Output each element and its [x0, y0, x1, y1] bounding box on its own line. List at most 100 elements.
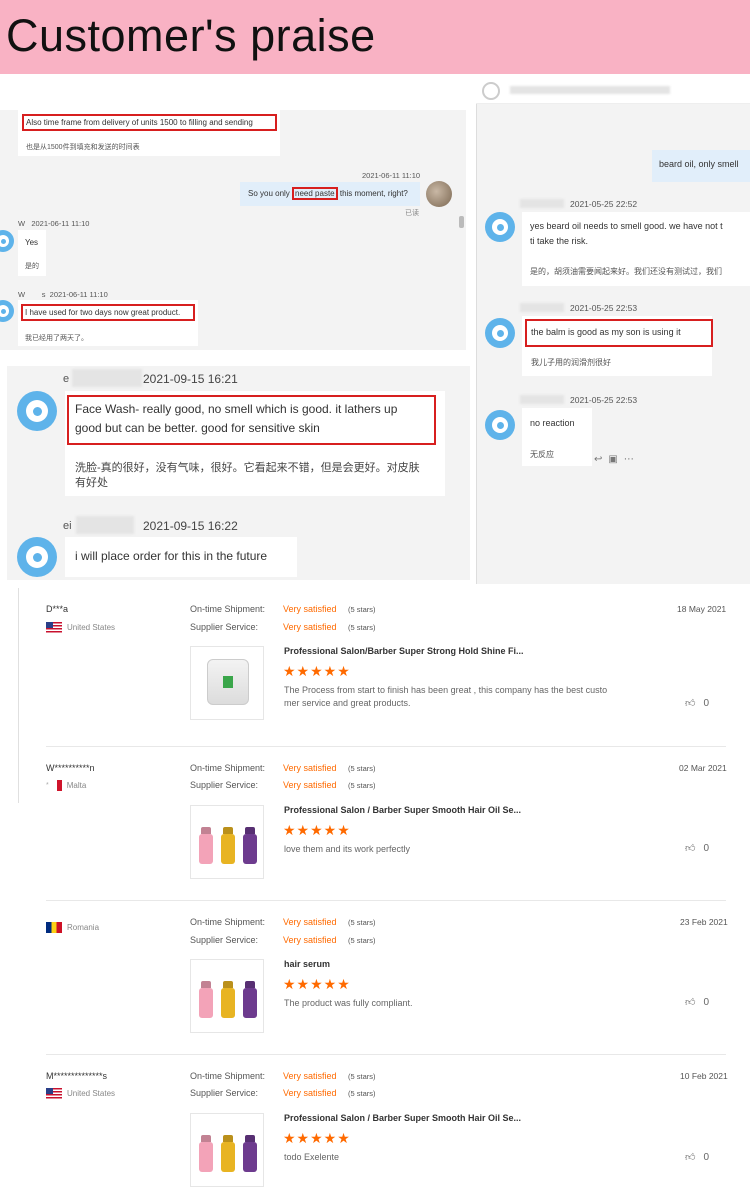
product-title[interactable]: Professional Salon / Barber Super Smooth…	[284, 1113, 521, 1123]
review-text: love them and its work perfectly	[284, 844, 411, 854]
like-button[interactable]: 👍︎ 0	[685, 842, 709, 855]
reviewer-name: D***a	[46, 604, 69, 614]
message-translation: 我儿子用的润滑剂很好	[531, 358, 611, 367]
bottle-image	[199, 988, 213, 1018]
message-actions[interactable]: ↩ ▣ ⋯	[594, 454, 634, 465]
contact-avatar	[482, 82, 500, 100]
message-translation: 也是从1500件到填充和发送的时间表	[26, 144, 140, 151]
avatar-icon	[17, 537, 57, 577]
chat-message-bubble: Also time frame from delivery of units 1…	[18, 110, 280, 156]
outgoing-message: So you only need paste this moment, righ…	[240, 182, 420, 206]
avatar-icon	[485, 318, 515, 348]
product-thumbnail[interactable]	[190, 959, 264, 1033]
reviewer-name: M**************s	[46, 1071, 108, 1081]
message-translation: 有好处	[75, 477, 108, 489]
service-label: Supplier Service:	[190, 935, 259, 945]
chat-message-bubble: the balm is good as my son is using it 我…	[522, 316, 713, 376]
service-label: Supplier Service:	[190, 1088, 259, 1098]
chat-message-bubble: i will place order for this in the futur…	[65, 537, 297, 577]
message-text: beard oil, only smell	[659, 159, 739, 169]
reviewer-country: * Malta	[46, 780, 87, 791]
banner: Customer's praise	[0, 0, 750, 74]
contact-name-blurred	[510, 86, 670, 94]
timestamp: 2021-05-25 22:53	[570, 395, 638, 405]
like-icon: 👍︎	[685, 997, 696, 1008]
reviewer-country: Romania	[46, 922, 99, 933]
product-title[interactable]: Professional Salon / Barber Super Smooth…	[284, 805, 521, 815]
service-rating: Very satisfied	[283, 780, 337, 790]
reviews-left-border	[18, 588, 19, 803]
service-stars: (5 stars)	[348, 936, 376, 945]
shipment-label: On-time Shipment:	[190, 604, 266, 614]
timestamp: 2021-05-25 22:53	[570, 303, 638, 313]
service-stars: (5 stars)	[348, 623, 376, 632]
scrollbar[interactable]	[459, 216, 464, 228]
sender-name-blurred	[520, 199, 564, 208]
service-stars: (5 stars)	[348, 1089, 376, 1098]
bottle-image	[199, 834, 213, 864]
timestamp: 2021-06-11 11:10	[362, 171, 421, 180]
like-button[interactable]: 👍︎ 0	[685, 996, 709, 1009]
timestamp: W 2021-06-11 11:10	[18, 219, 90, 228]
sender-prefix: ei	[63, 520, 72, 532]
like-button[interactable]: 👍︎ 0	[685, 697, 709, 710]
more-icon[interactable]: ⋯	[624, 454, 634, 465]
page-title: Customer's praise	[6, 10, 376, 61]
shipment-stars: (5 stars)	[348, 1072, 376, 1081]
like-icon: 👍︎	[685, 843, 696, 854]
shipment-rating: Very satisfied	[283, 917, 337, 927]
message-text: i will place order for this in the futur…	[75, 549, 268, 563]
chat-message-bubble: Yes 是的	[18, 230, 46, 276]
shipment-label: On-time Shipment:	[190, 1071, 266, 1081]
product-thumbnail[interactable]	[190, 646, 264, 720]
message-text: ti take the risk.	[530, 236, 589, 246]
sender-name-blurred	[520, 395, 564, 404]
avatar-icon	[17, 391, 57, 431]
us-flag-icon	[46, 1088, 62, 1099]
reviewer-country: United States	[46, 622, 115, 633]
shipment-rating: Very satisfied	[283, 763, 337, 773]
bottle-image	[221, 1142, 235, 1172]
shipment-rating: Very satisfied	[283, 1071, 337, 1081]
shipment-rating: Very satisfied	[283, 604, 337, 614]
product-thumbnail[interactable]	[190, 1113, 264, 1187]
chat-message-bubble: I have used for two days now great produ…	[18, 300, 198, 346]
reviewer-country: United States	[46, 1088, 115, 1099]
service-rating: Very satisfied	[283, 935, 337, 945]
product-title[interactable]: Professional Salon/Barber Super Strong H…	[284, 646, 524, 656]
timestamp: 2021-09-15 16:21	[143, 372, 238, 386]
review-date: 02 Mar 2021	[679, 763, 727, 773]
message-translation: 洗脸-真的很好，没有气味，很好。它看起来不错，但是会更好。对皮肤	[75, 462, 420, 474]
product-title[interactable]: hair serum	[284, 959, 330, 969]
bottle-image	[221, 988, 235, 1018]
malta-flag-icon	[51, 780, 62, 791]
message-text: Face Wash- really good, no smell which i…	[75, 402, 398, 416]
star-rating-icon: ★★★★★	[283, 976, 351, 992]
sender-name-blurred	[76, 516, 134, 534]
read-status: 已读	[405, 210, 419, 217]
highlight-box: need paste	[292, 187, 338, 200]
shipment-label: On-time Shipment:	[190, 917, 266, 927]
service-label: Supplier Service:	[190, 780, 259, 790]
quote-icon[interactable]: ▣	[608, 454, 617, 465]
like-icon: 👍︎	[685, 1152, 696, 1163]
chat-message-bubble: yes beard oil needs to smell good. we ha…	[522, 212, 750, 286]
shipment-stars: (5 stars)	[348, 918, 376, 927]
divider	[46, 1054, 726, 1055]
us-flag-icon	[46, 622, 62, 633]
review-text: The Process from start to finish has bee…	[284, 685, 608, 695]
shipment-label: On-time Shipment:	[190, 763, 266, 773]
sender-name-blurred	[72, 369, 142, 387]
review-date: 10 Feb 2021	[680, 1071, 728, 1081]
bottle-image	[243, 834, 257, 864]
avatar-icon	[485, 212, 515, 242]
reply-icon[interactable]: ↩	[594, 454, 602, 465]
chat-message-bubble: no reaction 无反应	[522, 408, 592, 466]
star-rating-icon: ★★★★★	[283, 1130, 351, 1146]
like-button[interactable]: 👍︎ 0	[685, 1151, 709, 1164]
message-text: yes beard oil needs to smell good. we ha…	[530, 221, 723, 231]
message-translation: 无反应	[530, 450, 554, 459]
divider	[46, 746, 726, 747]
product-thumbnail[interactable]	[190, 805, 264, 879]
message-translation: 是的	[25, 263, 39, 270]
